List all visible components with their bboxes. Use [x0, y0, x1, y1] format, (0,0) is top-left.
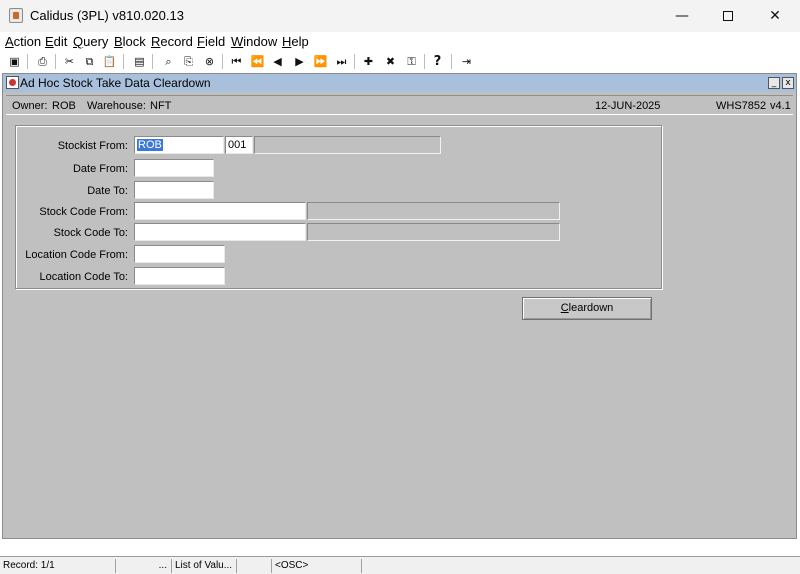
previous-block-icon[interactable]: ⏪: [249, 53, 266, 70]
print-icon[interactable]: ⎙: [34, 53, 51, 70]
menu-help[interactable]: Help: [282, 34, 309, 49]
next-record-icon[interactable]: ▶: [291, 53, 308, 70]
owner-value: ROB: [52, 100, 76, 112]
context-bar: Owner: ROB Warehouse: NFT 12-JUN-2025 WH…: [6, 95, 793, 115]
clear-field-icon[interactable]: ▤: [131, 53, 148, 70]
previous-record-icon[interactable]: ◀: [269, 53, 286, 70]
enter-query-icon[interactable]: ⌕: [160, 53, 177, 70]
toolbar: ▣ ⎙ ✂ ⧉ 📋 ▤ ⌕ ⎘ ⊗ ⏮ ⏪ ◀ ▶ ⏩ ⏭ ✚ ✖ ⚿ ? ⇥: [0, 52, 800, 71]
toolbar-separator: [424, 54, 425, 69]
osc-indicator: <OSC>: [271, 559, 361, 573]
stock-code-to-description: [307, 223, 560, 241]
owner-label: Owner:: [12, 100, 48, 112]
toolbar-separator: [152, 54, 153, 69]
warehouse-value: NFT: [150, 100, 172, 112]
cleardown-button[interactable]: Cleardown: [522, 297, 652, 320]
copy-icon[interactable]: ⧉: [81, 53, 98, 70]
location-code-from-input[interactable]: [134, 245, 225, 263]
toolbar-separator: [222, 54, 223, 69]
location-code-to-input[interactable]: [134, 267, 225, 285]
current-date: 12-JUN-2025: [595, 100, 661, 112]
status-message: [361, 559, 800, 573]
maximize-button[interactable]: [705, 0, 751, 32]
lock-record-icon[interactable]: ⚿: [403, 53, 420, 70]
menu-field[interactable]: Field: [197, 34, 225, 49]
maximize-icon: [723, 11, 733, 21]
location-code-from-label: Location Code From:: [25, 249, 128, 261]
status-ellipsis: ...: [115, 559, 171, 573]
remove-record-icon[interactable]: ✖: [382, 53, 399, 70]
save-icon[interactable]: ▣: [6, 53, 23, 70]
status-empty: [236, 559, 271, 573]
stockist-from-label: Stockist From:: [57, 140, 128, 152]
stock-code-from-description: [307, 202, 560, 220]
stock-code-to-label: Stock Code To:: [53, 227, 128, 239]
record-indicator: Record: 1/1: [3, 560, 55, 571]
menu-window[interactable]: Window: [231, 34, 277, 49]
menu-block[interactable]: Block: [114, 34, 146, 49]
cut-icon[interactable]: ✂: [61, 53, 78, 70]
window-title: Calidus (3PL) v810.020.13: [30, 8, 184, 23]
form-close-button[interactable]: x: [782, 77, 794, 89]
toolbar-separator: [123, 54, 124, 69]
cancel-query-icon[interactable]: ⊗: [201, 53, 218, 70]
date-from-input[interactable]: [134, 159, 214, 177]
paste-icon[interactable]: 📋: [101, 53, 118, 70]
stock-code-from-label: Stock Code From:: [39, 206, 128, 218]
toolbar-separator: [354, 54, 355, 69]
form-window: Ad Hoc Stock Take Data Cleardown _ x Own…: [2, 73, 797, 539]
menu-action[interactable]: Action: [5, 34, 41, 49]
app-icon: [9, 8, 23, 23]
date-to-label: Date To:: [87, 185, 128, 197]
menu-record[interactable]: Record: [151, 34, 193, 49]
last-record-icon[interactable]: ⏭: [333, 53, 350, 70]
stockist-description: [254, 136, 441, 154]
menu-bar: Action Edit Query Block Record Field Win…: [0, 34, 800, 51]
stockist-from-input[interactable]: ROB: [134, 136, 224, 154]
screen-version: v4.1: [770, 100, 791, 112]
form-titlebar: Ad Hoc Stock Take Data Cleardown _ x: [3, 74, 796, 92]
list-of-values-indicator: List of Valu...: [171, 559, 236, 573]
form-title: Ad Hoc Stock Take Data Cleardown: [20, 76, 211, 90]
help-icon[interactable]: ?: [429, 53, 446, 70]
stockist-branch-input[interactable]: 001: [225, 136, 253, 154]
form-icon: [6, 76, 19, 89]
execute-query-icon[interactable]: ⎘: [180, 53, 197, 70]
minimize-button[interactable]: —: [659, 0, 705, 32]
warehouse-label: Warehouse:: [87, 100, 146, 112]
next-block-icon[interactable]: ⏩: [312, 53, 329, 70]
close-button[interactable]: ✕: [752, 0, 798, 32]
date-from-label: Date From:: [72, 163, 128, 175]
screen-code: WHS7852: [716, 100, 767, 112]
exit-icon[interactable]: ⇥: [458, 53, 475, 70]
menu-query[interactable]: Query: [73, 34, 108, 49]
menu-edit[interactable]: Edit: [45, 34, 67, 49]
insert-record-icon[interactable]: ✚: [360, 53, 377, 70]
criteria-panel: Stockist From: ROB 001 Date From: Date T…: [15, 125, 662, 289]
toolbar-separator: [451, 54, 452, 69]
status-bar: Record: 1/1 ... List of Valu... <OSC>: [0, 556, 800, 574]
stock-code-from-input[interactable]: [134, 202, 306, 220]
toolbar-separator: [27, 54, 28, 69]
date-to-input[interactable]: [134, 181, 214, 199]
window-titlebar: Calidus (3PL) v810.020.13 — ✕: [0, 0, 800, 32]
location-code-to-label: Location Code To:: [39, 271, 128, 283]
toolbar-separator: [55, 54, 56, 69]
first-record-icon[interactable]: ⏮: [228, 53, 245, 70]
form-minimize-button[interactable]: _: [768, 77, 780, 89]
stock-code-to-input[interactable]: [134, 223, 306, 241]
